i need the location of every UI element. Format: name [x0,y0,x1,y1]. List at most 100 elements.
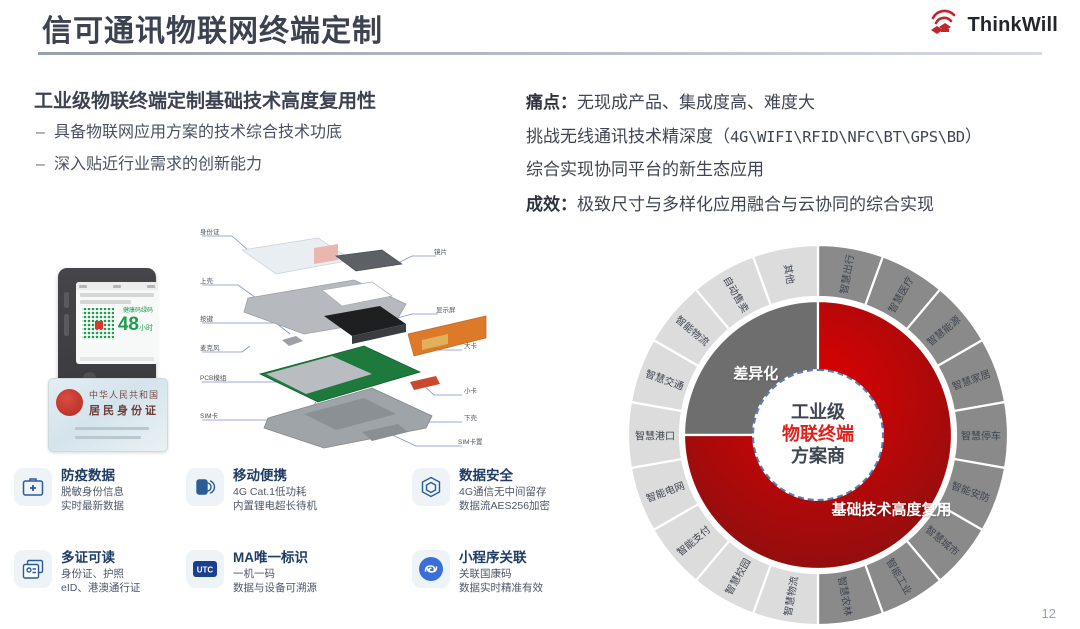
id-card-type: 居民身份证 [89,405,159,417]
feature-line: 4G Cat.1低功耗 [233,485,307,498]
feature-card-yidong[interactable]: 移动便携 4G Cat.1低功耗 内置锂电超长待机 [186,468,317,514]
feature-line: eID、港澳通行证 [61,582,141,595]
header-divider [38,52,1042,55]
screen-text-line [80,300,131,304]
screen-number: 48小时 [117,314,153,335]
device-screen: 健康码绿码 48小时 [76,282,158,364]
id-card-country: 中华人民共和国 [89,390,160,400]
feature-title: 多证可读 [61,550,115,565]
result-body: 极致尺寸与多样化应用融合与云协同的综合实现 [577,195,934,214]
feature-title: 防疫数据 [61,468,115,483]
feature-text: 移动便携 4G Cat.1低功耗 内置锂电超长待机 [233,468,317,514]
exp-label-pcb: PCB模组 [200,375,227,382]
center-line-3: 方案商 [791,445,845,466]
hand-held-device-icon [186,468,224,506]
feature-card-ma[interactable]: UTC MA唯一标识 一机一码 数据与设备可溯源 [186,550,317,596]
feature-text: MA唯一标识 一机一码 数据与设备可溯源 [233,550,317,596]
feature-text: 数据安全 4G通信无中间留存 数据流AES256加密 [459,468,550,514]
feature-title: 小程序关联 [459,550,527,565]
medical-kit-icon [14,468,52,506]
feature-card-fangyi[interactable]: 防疫数据 脱敏身份信息 实时最新数据 [14,468,124,514]
feature-line: 数据流AES256加密 [459,500,551,513]
wifi-network-icon [926,8,960,43]
left-heading: 工业级物联终端定制基础技术高度复用性 [34,91,377,112]
bullet-text: 深入贴近行业需求的创新能力 [54,156,263,173]
part-bottom-shell [263,387,433,449]
feature-line: 数据与设备可溯源 [233,582,317,595]
exploded-parts-illustration [202,235,487,449]
exp-label-id-card: 身份证 [200,229,220,236]
feature-title: 移动便携 [233,468,287,483]
exp-label-bottom-shell: 下壳 [464,415,477,422]
wechat-miniprogram-icon [412,550,450,588]
donut-center-label: 工业级 物联终端 方案商 [752,369,884,501]
donut-segment[interactable] [952,400,1010,470]
exploded-device-diagram: 身份证 上壳 按键 麦克风 PCB模组 SIM卡 镜片 显示屏 大卡 小卡 下壳… [186,222,496,454]
feature-card-duozheng[interactable]: 多证可读 身份证、护照 eID、港澳通行证 [14,550,140,596]
part-lens [335,249,403,272]
protocol-list: 4G\WIFI\RFID\NFC\BT\GPS\BD [730,128,965,146]
exp-label-big-card: 大卡 [464,343,477,350]
slide: 信可通讯物联网终端定制 ThinkWill 工业级物联终端定制基础技术高度复用性… [0,0,1080,629]
bullet-dash: – [36,124,45,141]
qr-code-icon [80,306,116,342]
feature-text: 防疫数据 脱敏身份信息 实时最新数据 [61,468,124,514]
bullet-text: 具备物联网应用方案的技术综合技术功底 [54,124,343,141]
inner-ring-label: 差异化 [733,365,779,383]
inner-ring-label: 基础技术高度复用 [831,501,952,519]
center-line-1: 工业级 [791,402,845,423]
feature-line: 内置锂电超长待机 [233,500,317,513]
device-side-button-1 [64,292,69,308]
part-small-card [410,376,440,390]
feature-card-xiaochengxu[interactable]: 小程序关联 关联国康码 数据实时精准有效 [412,550,543,596]
svg-text:UTC: UTC [197,566,214,575]
health-code-label: 健康码绿码 [122,308,153,314]
result-line: 成效：极致尺寸与多样化应用融合与云协同的综合实现 [526,190,934,215]
result-label: 成效： [526,195,577,214]
feature-line: 一机一码 [233,567,275,580]
challenge-line: 挑战无线通讯技术精深度（4G\WIFI\RFID\NFC\BT\GPS\BD） [526,122,982,147]
id-card: 中华人民共和国 居民身份证 [48,378,168,452]
ecosystem-line: 综合实现协同平台的新生态应用 [526,160,764,179]
national-emblem-icon [56,389,83,416]
page-number: 12 [1041,606,1056,621]
feature-line: 关联国康码 [459,567,512,580]
id-card-line [75,436,141,439]
multi-document-icon [14,550,52,588]
handheld-reader-device: 健康码绿码 48小时 中华人民共和国 居民身份证 [48,268,168,452]
feature-card-anquan[interactable]: 数据安全 4G通信无中间留存 数据流AES256加密 [412,468,550,514]
left-bullet-2: – 深入贴近行业需求的创新能力 [36,150,262,174]
ecosystem-donut-chart: 智慧出行 智慧医疗 智慧能源 智慧家居 智慧停车 智能安防 智慧城市 智能工业 智慧农林 智慧物流… [626,243,1010,627]
feature-line: 实时最新数据 [61,500,124,513]
screen-text-line [80,293,154,297]
brand-logo: ThinkWill [926,8,1058,43]
pain-point-label: 痛点： [526,93,577,112]
feature-text: 小程序关联 关联国康码 数据实时精准有效 [459,550,543,596]
exp-label-display: 显示屏 [436,307,456,314]
exp-label-microphone: 麦克风 [200,345,220,352]
page-title: 信可通讯物联网终端定制 [42,15,383,48]
exp-label-button: 按键 [200,316,213,323]
left-bullet-1: – 具备物联网应用方案的技术综合技术功底 [36,118,342,142]
utc-badge-icon: UTC [186,550,224,588]
feature-line: 4G通信无中间留存 [459,485,547,498]
feature-line: 数据实时精准有效 [459,582,543,595]
feature-line: 脱敏身份信息 [61,485,124,498]
pain-point-body: 无现成产品、集成度高、难度大 [577,93,815,112]
challenge-prefix: 挑战无线通讯技术精深度（ [526,127,730,146]
id-card-line [75,427,149,430]
pain-point-line: 痛点：无现成产品、集成度高、难度大 [526,88,815,113]
exp-label-small-card: 小卡 [464,388,477,395]
part-pcb [258,345,422,403]
feature-title: 数据安全 [459,468,513,483]
exp-label-lens: 镜片 [434,249,447,256]
feature-line: 身份证、护照 [61,567,124,580]
exp-label-sim: SIM卡 [200,413,219,420]
feature-title: MA唯一标识 [233,550,308,565]
feature-text: 多证可读 身份证、护照 eID、港澳通行证 [61,550,140,596]
part-button [282,336,303,346]
challenge-suffix: ） [964,127,982,146]
donut-segment[interactable] [626,400,684,470]
center-line-2: 物联终端 [782,424,854,445]
exp-label-sim-tray: SIM卡置 [458,439,483,446]
